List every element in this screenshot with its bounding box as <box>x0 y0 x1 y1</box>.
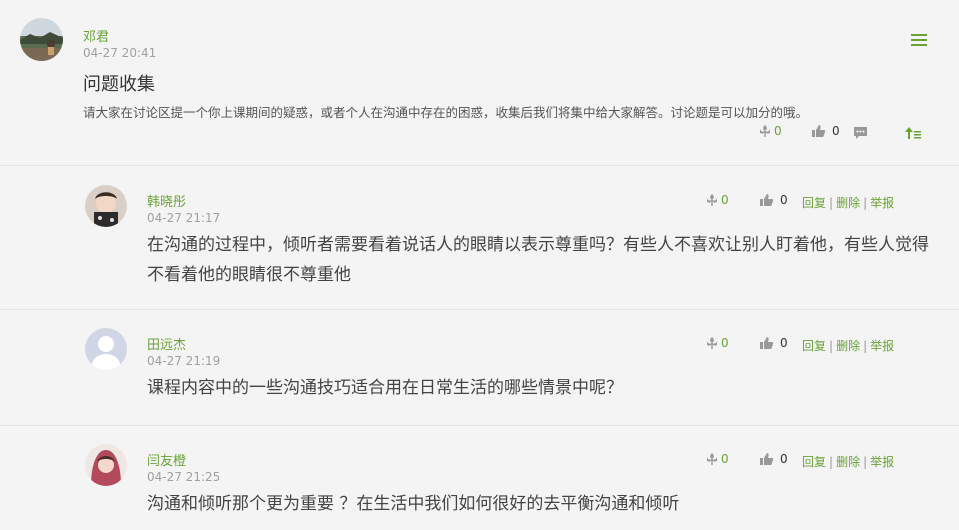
like-button[interactable]: 0 <box>759 336 788 350</box>
pin-top-icon <box>905 127 921 139</box>
avatar[interactable] <box>85 328 127 370</box>
thumbs-up-icon <box>760 337 774 349</box>
flower-count: 0 <box>721 193 729 207</box>
reply-actions: 回复 | 删除 | 举报 <box>802 194 894 211</box>
divider: | <box>863 196 868 210</box>
thumbs-up-icon <box>760 453 774 465</box>
reply-link[interactable]: 回复 <box>802 455 826 469</box>
menu-icon[interactable] <box>911 34 927 46</box>
reply-actions: 回复 | 删除 | 举报 <box>802 453 894 470</box>
flower-icon <box>707 453 717 465</box>
author-name[interactable]: 闫友橙 <box>147 450 186 469</box>
reply-timestamp: 04-27 21:25 <box>147 470 221 484</box>
like-button[interactable]: 0 <box>811 124 840 138</box>
flower-count: 0 <box>774 124 782 138</box>
like-button[interactable]: 0 <box>759 193 788 207</box>
like-count: 0 <box>780 336 788 350</box>
divider: | <box>829 196 834 210</box>
thumbs-up-icon <box>760 194 774 206</box>
pin-top-button[interactable] <box>905 127 921 139</box>
post-title: 问题收集 <box>83 74 155 95</box>
delete-link[interactable]: 删除 <box>836 339 860 353</box>
discussion-page: 邓君 04-27 20:41 问题收集 请大家在讨论区提一个你上课期间的疑惑，或… <box>0 0 959 530</box>
report-link[interactable]: 举报 <box>870 196 894 210</box>
delete-link[interactable]: 删除 <box>836 196 860 210</box>
default-avatar-icon <box>85 328 127 370</box>
avatar-photo <box>85 185 127 227</box>
avatar[interactable] <box>85 444 127 486</box>
reply-timestamp: 04-27 21:19 <box>147 354 221 368</box>
flower-button[interactable]: 0 <box>705 336 729 350</box>
comment-icon <box>854 127 867 139</box>
post-body: 请大家在讨论区提一个你上课期间的疑惑，或者个人在沟通中存在的困惑，收集后我们将集… <box>83 105 809 120</box>
flower-button[interactable]: 0 <box>758 124 782 138</box>
report-link[interactable]: 举报 <box>870 339 894 353</box>
avatar-photo <box>85 444 127 486</box>
divider: | <box>863 339 868 353</box>
like-count: 0 <box>780 452 788 466</box>
flower-button[interactable]: 0 <box>705 452 729 466</box>
flower-count: 0 <box>721 336 729 350</box>
author-name[interactable]: 韩晓彤 <box>147 191 186 210</box>
divider: | <box>829 339 834 353</box>
delete-link[interactable]: 删除 <box>836 455 860 469</box>
flower-icon <box>707 194 717 206</box>
reply-content: 在沟通的过程中，倾听者需要看着说话人的眼睛以表示尊重吗？有些人不喜欢让别人盯着他… <box>147 235 929 285</box>
divider: | <box>863 455 868 469</box>
like-button[interactable]: 0 <box>759 452 788 466</box>
flower-icon <box>707 337 717 349</box>
avatar[interactable] <box>85 185 127 227</box>
reply-content: 课程内容中的一些沟通技巧适合用在日常生活的哪些情景中呢？ <box>147 378 623 398</box>
flower-count: 0 <box>721 452 729 466</box>
reply-timestamp: 04-27 21:17 <box>147 211 221 225</box>
flower-button[interactable]: 0 <box>705 193 729 207</box>
like-count: 0 <box>832 124 840 138</box>
divider: | <box>829 455 834 469</box>
like-count: 0 <box>780 193 788 207</box>
reply-link[interactable]: 回复 <box>802 339 826 353</box>
reply-item: 田远杰 04-27 21:19 课程内容中的一些沟通技巧适合用在日常生活的哪些情… <box>0 310 959 426</box>
report-link[interactable]: 举报 <box>870 455 894 469</box>
comment-button[interactable] <box>853 126 868 140</box>
avatar[interactable] <box>20 18 63 61</box>
flower-icon <box>760 125 770 137</box>
reply-item: 韩晓彤 04-27 21:17 在沟通的过程中，倾听者需要看着说话人的眼睛以表示… <box>0 166 959 310</box>
author-name[interactable]: 邓君 <box>83 26 109 45</box>
post-timestamp: 04-27 20:41 <box>83 46 157 60</box>
reply-actions: 回复 | 删除 | 举报 <box>802 337 894 354</box>
reply-item: 闫友橙 04-27 21:25 沟通和倾听那个更为重要 ？在生活中我们如何很好的… <box>0 426 959 530</box>
topic-post: 邓君 04-27 20:41 问题收集 请大家在讨论区提一个你上课期间的疑惑，或… <box>0 0 959 166</box>
reply-content: 沟通和倾听那个更为重要 ？在生活中我们如何很好的去平衡沟通和倾听 <box>147 494 680 514</box>
avatar-photo <box>20 18 63 61</box>
author-name[interactable]: 田远杰 <box>147 334 186 353</box>
reply-link[interactable]: 回复 <box>802 196 826 210</box>
thumbs-up-icon <box>812 125 826 137</box>
